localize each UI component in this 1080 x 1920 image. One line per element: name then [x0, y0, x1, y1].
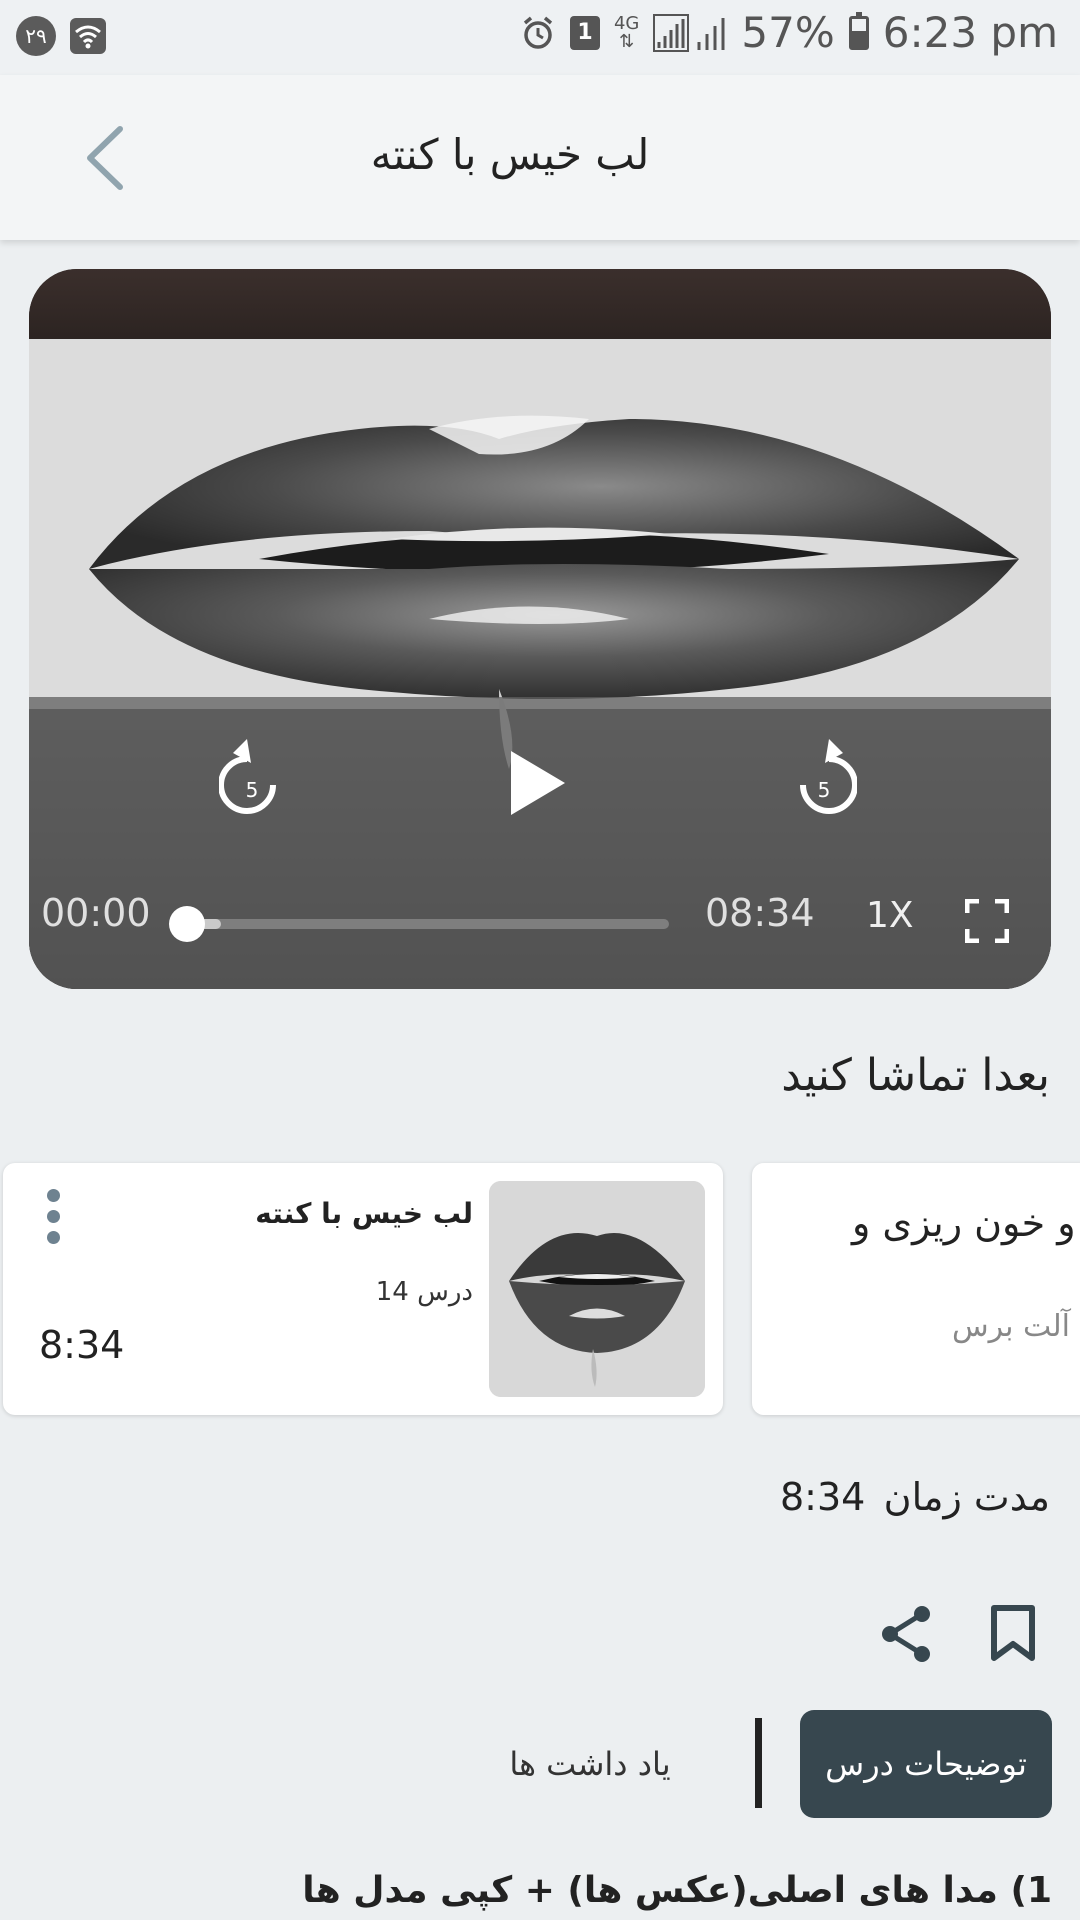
notification-badge: ۲۹ [16, 16, 56, 56]
more-vert-icon[interactable] [43, 1189, 63, 1255]
card-lesson: درس 14 [375, 1277, 473, 1307]
watch-later-title: بعدا تماشا کنید [781, 1050, 1050, 1101]
duration-value: 8:34 [780, 1475, 866, 1519]
status-bar: ۲۹ 1 4G ⇅ 57% 6:23 pm [0, 0, 1080, 75]
alarm-icon [520, 15, 556, 51]
duration-label: مدت زمان [883, 1475, 1050, 1519]
forward-seconds: 5 [818, 778, 831, 802]
video-player[interactable]: 5 5 00:00 08:34 1X [29, 269, 1051, 989]
rewind-seconds: 5 [246, 778, 259, 802]
share-icon[interactable] [878, 1604, 934, 1668]
current-time: 00:00 [41, 891, 151, 935]
app-bar: لب خیس با کنته [0, 75, 1080, 240]
card-duration: 8:34 [39, 1323, 125, 1367]
battery-icon [848, 11, 869, 50]
tab-divider [755, 1718, 762, 1808]
page-title: لب خیس با کنته [370, 130, 650, 179]
wifi-icon [70, 18, 106, 54]
card-thumbnail [489, 1181, 705, 1397]
seek-thumb[interactable] [169, 906, 205, 942]
rewind-5-button[interactable]: 5 [218, 737, 285, 821]
fullscreen-icon[interactable] [964, 898, 1010, 944]
description-text: 1) مدا های اصلی(عکس ها) + کپی مدل ها [302, 1870, 1052, 1911]
network-type: 4G ⇅ [613, 12, 640, 52]
card-subtitle: آلت برس [952, 1309, 1070, 1344]
battery-percent: 57% [741, 8, 835, 57]
card-title: لب خیس با کنته [255, 1197, 473, 1230]
forward-5-button[interactable]: 5 [791, 737, 858, 821]
total-time: 08:34 [705, 891, 815, 935]
signal-icon [653, 13, 727, 52]
tab-lesson-description[interactable]: توضیحات درس [800, 1710, 1052, 1818]
video-card[interactable]: لب خیس با کنته درس 14 8:34 [3, 1163, 723, 1415]
speed-button[interactable]: 1X [866, 895, 914, 936]
video-card[interactable]: د و خون ریزی و آلت برس [752, 1163, 1080, 1415]
card-title: د و خون ریزی و [852, 1201, 1080, 1245]
tab-notes[interactable]: یاد داشت ها [470, 1710, 710, 1818]
seek-bar[interactable] [169, 906, 669, 942]
sim-icon: 1 [569, 15, 600, 50]
bookmark-icon[interactable] [990, 1604, 1036, 1666]
play-button[interactable] [507, 749, 569, 821]
controls-overlay [29, 697, 1051, 989]
clock: 6:23 pm [882, 8, 1058, 57]
